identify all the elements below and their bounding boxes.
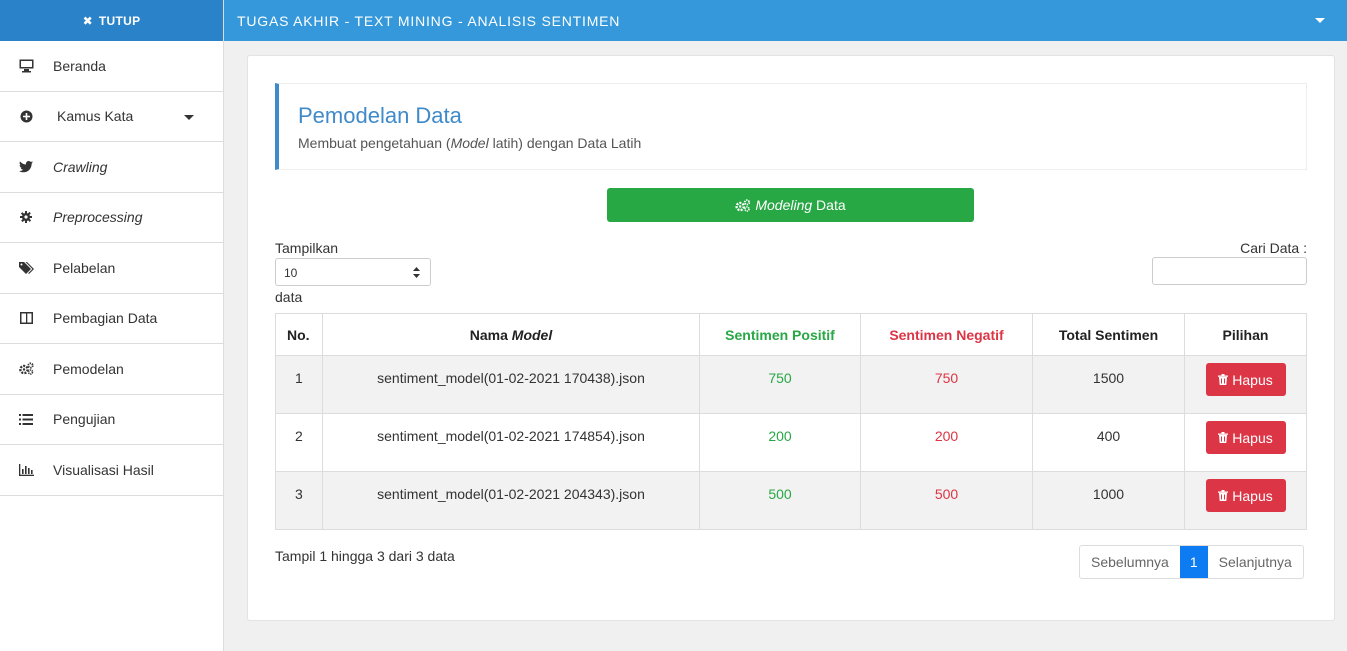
cell-total: 1000 (1032, 471, 1185, 530)
column-header-negative[interactable]: Sentimen Negatif (860, 313, 1033, 356)
sidebar-item-label: Beranda (53, 57, 106, 74)
page-title: Pemodelan Data (298, 103, 462, 128)
cell-positive: 500 (699, 471, 861, 530)
modeling-data-button[interactable]: Modeling Data (607, 188, 974, 222)
cell-total: 1500 (1032, 355, 1185, 414)
search-label: Cari Data : (1240, 240, 1307, 256)
app-title: TUGAS AKHIR - TEXT MINING - ANALISIS SEN… (237, 12, 621, 29)
length-suffix: data (275, 289, 303, 305)
sidebar-item-kamus-kata[interactable]: Kamus Kata (0, 92, 223, 142)
column-header-name-text: Nama (469, 326, 512, 343)
cell-negative: 500 (860, 471, 1033, 530)
delete-button-label: Hapus (1232, 429, 1273, 446)
delete-button-label: Hapus (1232, 371, 1273, 388)
sidebar-item-preprocessing[interactable]: Preprocessing (0, 193, 223, 243)
cell-name: sentiment_model(01-02-2021 170438).json (322, 355, 700, 414)
cell-options: Hapus (1184, 355, 1307, 414)
list-icon (18, 411, 34, 427)
column-header-options: Pilihan (1184, 313, 1307, 356)
sidebar-item-label: Pembagian Data (53, 310, 158, 327)
cell-no: 3 (275, 471, 323, 530)
pagination: Sebelumnya 1 Selanjutnya (1079, 545, 1304, 579)
sidebar-close-label: TUTUP (98, 13, 141, 28)
chevron-down-icon[interactable] (1315, 18, 1325, 23)
sidebar-item-label: Pengujian (53, 411, 116, 428)
column-header-positive[interactable]: Sentimen Positif (699, 313, 861, 356)
tags-icon (18, 260, 34, 276)
sidebar-item-beranda[interactable]: Beranda (0, 41, 223, 92)
plus-circle-icon (18, 108, 34, 124)
trash-icon (1218, 374, 1229, 385)
delete-button[interactable]: Hapus (1205, 363, 1286, 396)
column-header-no[interactable]: No. (275, 313, 323, 356)
cell-negative: 750 (860, 355, 1033, 414)
modeling-button-label: Data (812, 197, 846, 213)
twitter-icon (18, 159, 34, 175)
cell-name: sentiment_model(01-02-2021 204343).json (322, 471, 700, 530)
subtitle-text: Membuat pengetahuan ( (298, 135, 451, 151)
cell-total: 400 (1032, 413, 1185, 472)
trash-icon (1218, 432, 1229, 443)
cell-negative: 200 (860, 413, 1033, 472)
sidebar-item-visualisasi-hasil[interactable]: Visualisasi Hasil (0, 445, 223, 496)
sidebar-item-pengujian[interactable]: Pengujian (0, 395, 223, 445)
models-table: No. Nama Model Sentimen Positif Sentimen… (275, 313, 1307, 530)
cell-name: sentiment_model(01-02-2021 174854).json (322, 413, 700, 472)
sidebar-item-crawling[interactable]: Crawling (0, 142, 223, 193)
page-length-select[interactable]: 10 (275, 258, 431, 286)
sidebar-item-pelabelan[interactable]: Pelabelan (0, 243, 223, 294)
table-header-row: No. Nama Model Sentimen Positif Sentimen… (275, 313, 1307, 356)
sidebar: ✖ TUTUP Beranda Kamus Kata Crawling Prep… (0, 0, 224, 651)
pagination-previous[interactable]: Sebelumnya (1080, 546, 1180, 578)
columns-icon (18, 310, 34, 326)
close-icon: ✖ (82, 13, 93, 28)
table-row: 1 sentiment_model(01-02-2021 170438).jso… (275, 355, 1307, 414)
chevron-down-icon (184, 114, 194, 120)
page-header: Pemodelan Data Membuat pengetahuan (Mode… (275, 83, 1307, 170)
gears-icon (735, 198, 751, 212)
sidebar-item-label: Pelabelan (53, 259, 116, 276)
sort-arrows-icon (413, 267, 420, 278)
table-info: Tampil 1 hingga 3 dari 3 data (275, 548, 455, 564)
column-header-name-italic: Model (511, 326, 553, 343)
trash-icon (1218, 490, 1229, 501)
table-row: 3 sentiment_model(01-02-2021 204343).jso… (275, 471, 1307, 530)
pagination-next[interactable]: Selanjutnya (1208, 546, 1303, 578)
sidebar-item-label: Preprocessing (53, 209, 143, 226)
sidebar-item-label: Crawling (53, 158, 108, 175)
cell-no: 1 (275, 355, 323, 414)
column-header-total[interactable]: Total Sentimen (1032, 313, 1185, 356)
cell-no: 2 (275, 413, 323, 472)
main-panel: Pemodelan Data Membuat pengetahuan (Mode… (247, 55, 1335, 621)
subtitle-text: latih) dengan Data Latih (488, 135, 642, 151)
modeling-button-italic: Modeling (755, 197, 813, 213)
length-label: Tampilkan (275, 240, 339, 256)
sidebar-item-label: Visualisasi Hasil (53, 461, 154, 478)
bar-chart-icon (18, 462, 34, 478)
sidebar-item-pembagian-data[interactable]: Pembagian Data (0, 294, 223, 344)
gear-icon (18, 209, 34, 225)
page-subtitle: Membuat pengetahuan (Model latih) dengan… (298, 135, 1306, 151)
subtitle-italic-text: Model (450, 135, 489, 151)
sidebar-item-label: Kamus Kata (57, 108, 134, 125)
delete-button[interactable]: Hapus (1205, 479, 1286, 512)
sidebar-close-button[interactable]: ✖ TUTUP (0, 0, 223, 41)
gears-icon (18, 361, 34, 377)
column-header-name[interactable]: Nama Model (322, 313, 700, 356)
cell-positive: 200 (699, 413, 861, 472)
search-input[interactable] (1152, 257, 1307, 285)
cell-options: Hapus (1184, 413, 1307, 472)
page-length-value: 10 (284, 266, 298, 280)
monitor-icon (18, 58, 34, 74)
delete-button-label: Hapus (1232, 487, 1273, 504)
top-navbar: TUGAS AKHIR - TEXT MINING - ANALISIS SEN… (224, 0, 1347, 41)
cell-options: Hapus (1184, 471, 1307, 530)
cell-positive: 750 (699, 355, 861, 414)
sidebar-item-pemodelan[interactable]: Pemodelan (0, 344, 223, 395)
sidebar-item-label: Pemodelan (53, 360, 124, 377)
delete-button[interactable]: Hapus (1205, 421, 1286, 454)
pagination-page-1[interactable]: 1 (1179, 546, 1208, 578)
table-row: 2 sentiment_model(01-02-2021 174854).jso… (275, 413, 1307, 472)
